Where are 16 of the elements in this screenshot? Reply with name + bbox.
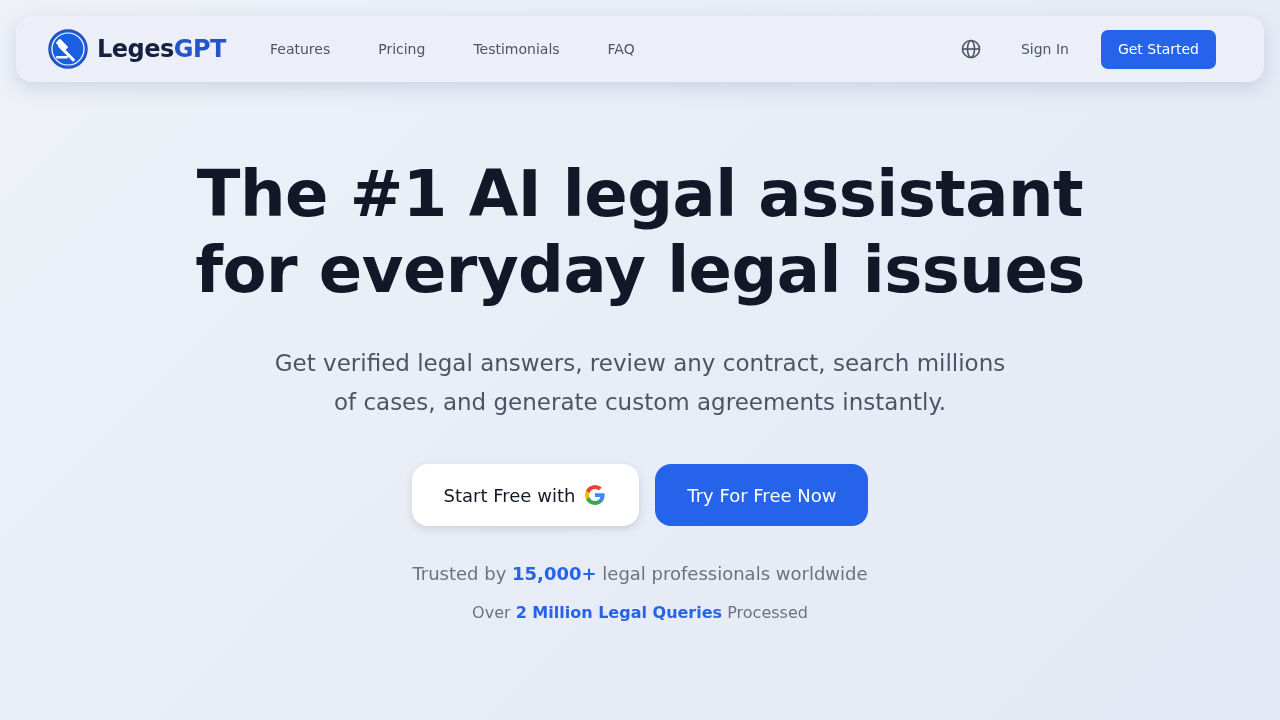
nav-link[interactable]: Features [270,38,331,60]
nav-link[interactable]: Testimonials [473,38,560,60]
sign-in-link[interactable]: Sign In [1020,38,1069,60]
try-free-button[interactable]: Try For Free Now [655,464,869,526]
nav-link[interactable]: Pricing [378,38,426,60]
nav-link[interactable]: FAQ [607,38,635,60]
trust-statement: Trusted by 15,000+ legal professionals worldwide [411,562,869,586]
google-icon [583,483,608,507]
hero-title: The #1 AI legal assistant for everyday legal issues [194,156,1086,308]
globe-icon[interactable] [960,39,981,59]
get-started-button[interactable]: Get Started [1100,29,1216,69]
queries-statement: Over 2 Million Legal Queries Processed [471,602,809,624]
hero-subtitle: Get verified legal answers, review any contract, search millions of cases, and generate custom agreements instantly. [273,349,1007,417]
google-signup-button[interactable]: Start Free with [411,464,640,526]
logo-text[interactable]: LegesGPT [97,31,226,67]
gavel-logo-icon [48,28,89,70]
